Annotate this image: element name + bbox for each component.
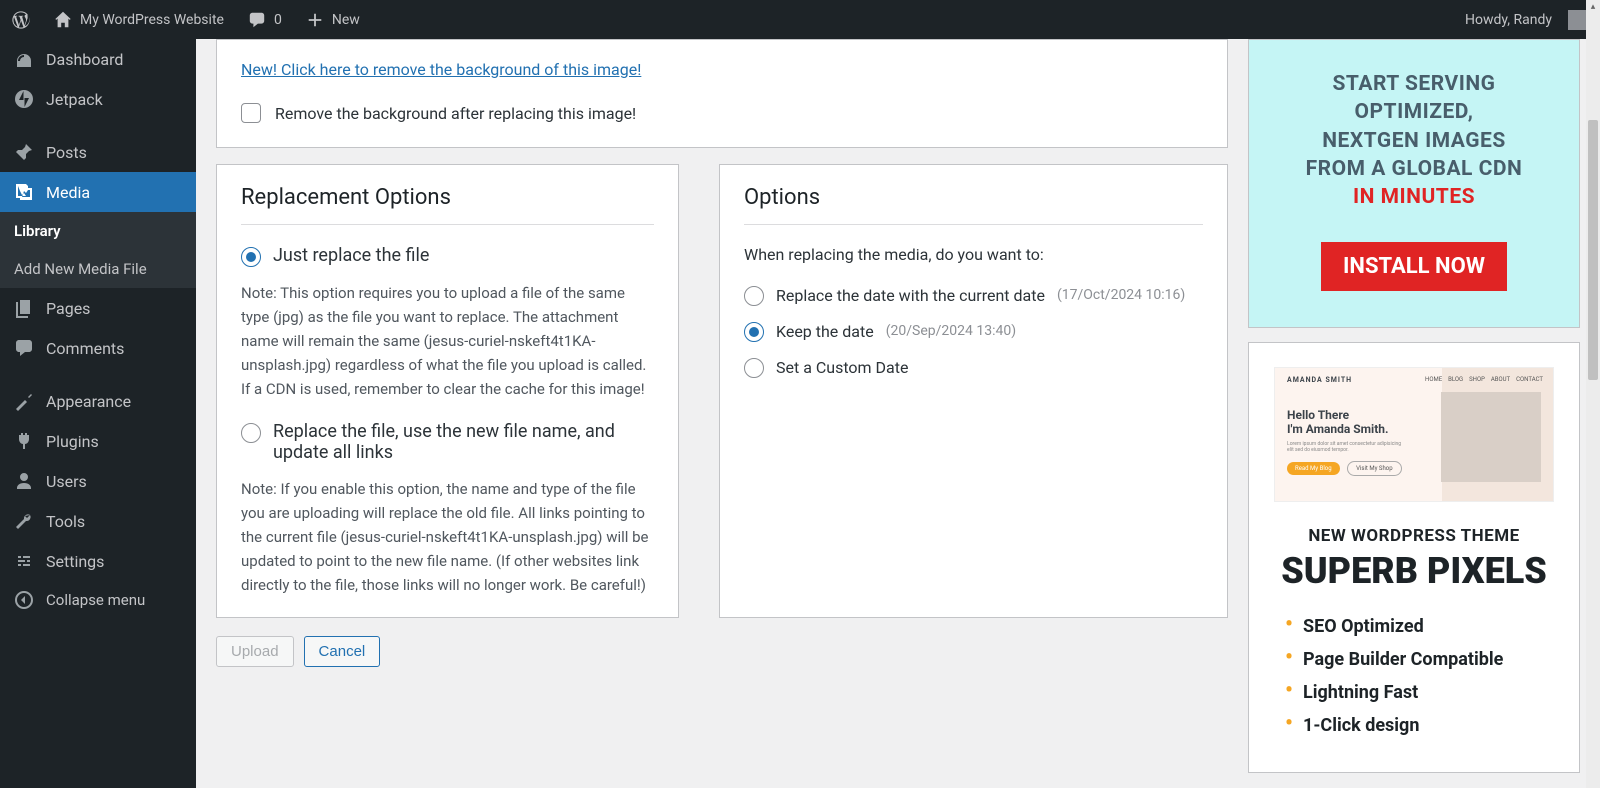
- tools-icon: [14, 511, 34, 531]
- promo-theme-title: SUPERB PIXELS: [1273, 550, 1555, 592]
- plus-icon: [306, 11, 324, 29]
- media-icon: [14, 182, 34, 202]
- appearance-icon: [14, 391, 34, 411]
- radio-replace-rename[interactable]: [241, 423, 261, 443]
- menu-dashboard[interactable]: Dashboard: [0, 39, 196, 79]
- new-label: New: [332, 12, 360, 28]
- plugins-icon: [14, 431, 34, 451]
- jetpack-icon: [14, 89, 34, 109]
- new-content-link[interactable]: New: [294, 0, 372, 39]
- submenu-add-new[interactable]: Add New Media File: [0, 250, 196, 288]
- promo-cdn-line: OPTIMIZED,: [1277, 98, 1551, 126]
- dashboard-icon: [14, 49, 34, 69]
- menu-pages[interactable]: Pages: [0, 288, 196, 328]
- options-panel: Options When replacing the media, do you…: [719, 164, 1228, 618]
- menu-posts[interactable]: Posts: [0, 132, 196, 172]
- settings-icon: [14, 551, 34, 571]
- promo-cdn-line: START SERVING: [1277, 70, 1551, 98]
- admin-bar: My WordPress Website 0 New Howdy, Randy: [0, 0, 1600, 39]
- promo-theme-panel: AMANDA SMITH HOMEBLOGSHOPABOUTCONTACT He…: [1248, 342, 1580, 773]
- date-keep-timestamp: (20/Sep/2024 13:40): [886, 323, 1016, 339]
- remove-bg-checkbox[interactable]: [241, 103, 261, 123]
- feature-list: SEO Optimized Page Builder Compatible Ligh…: [1273, 616, 1555, 736]
- greeting-text: Howdy, Randy: [1465, 12, 1552, 28]
- scrollbar-thumb[interactable]: [1588, 120, 1598, 380]
- feature-item: Page Builder Compatible: [1285, 649, 1555, 670]
- bg-remove-panel: New! Click here to remove the background…: [216, 39, 1228, 148]
- theme-screenshot: AMANDA SMITH HOMEBLOGSHOPABOUTCONTACT He…: [1274, 367, 1554, 502]
- menu-users[interactable]: Users: [0, 461, 196, 501]
- just-replace-note: Note: This option requires you to upload…: [241, 281, 654, 401]
- collapse-menu[interactable]: Collapse menu: [0, 581, 196, 619]
- menu-appearance[interactable]: Appearance: [0, 381, 196, 421]
- site-link[interactable]: My WordPress Website: [42, 0, 236, 39]
- radio-just-replace-label[interactable]: Just replace the file: [273, 245, 429, 266]
- feature-item: SEO Optimized: [1285, 616, 1555, 637]
- comments-icon: [14, 338, 34, 358]
- replacement-options-panel: Replacement Options Just replace the fil…: [216, 164, 679, 618]
- submenu-library[interactable]: Library: [0, 212, 196, 250]
- upload-button[interactable]: Upload: [216, 636, 294, 667]
- avatar: [1568, 10, 1588, 30]
- menu-jetpack[interactable]: Jetpack: [0, 79, 196, 119]
- remove-bg-link[interactable]: New! Click here to remove the background…: [241, 60, 641, 79]
- replacement-heading: Replacement Options: [241, 185, 654, 225]
- scrollbar[interactable]: ▴: [1586, 0, 1600, 788]
- replace-rename-note: Note: If you enable this option, the nam…: [241, 477, 654, 597]
- radio-replace-rename-label[interactable]: Replace the file, use the new file name,…: [273, 421, 654, 463]
- menu-media[interactable]: Media: [0, 172, 196, 212]
- theme-hero-image: [1441, 392, 1541, 482]
- install-now-button[interactable]: INSTALL NOW: [1321, 242, 1507, 291]
- promo-theme-sub: NEW WORDPRESS THEME: [1273, 526, 1555, 546]
- site-title: My WordPress Website: [80, 12, 224, 28]
- wordpress-icon: [12, 11, 30, 29]
- users-icon: [14, 471, 34, 491]
- promo-cdn-line-accent: IN MINUTES: [1277, 183, 1551, 211]
- comment-icon: [248, 11, 266, 29]
- comments-link[interactable]: 0: [236, 0, 294, 39]
- scroll-up-arrow[interactable]: ▴: [1586, 0, 1600, 14]
- radio-date-keep[interactable]: [744, 322, 764, 342]
- menu-plugins[interactable]: Plugins: [0, 421, 196, 461]
- date-keep-label[interactable]: Keep the date: [776, 322, 874, 341]
- promo-cdn-line: FROM A GLOBAL CDN: [1277, 155, 1551, 183]
- collapse-icon: [14, 590, 34, 610]
- media-submenu: Library Add New Media File: [0, 212, 196, 288]
- radio-date-current[interactable]: [744, 286, 764, 306]
- cancel-button[interactable]: Cancel: [304, 636, 381, 667]
- feature-item: 1-Click design: [1285, 715, 1555, 736]
- home-icon: [54, 11, 72, 29]
- options-heading: Options: [744, 185, 1203, 225]
- pages-icon: [14, 298, 34, 318]
- menu-comments[interactable]: Comments: [0, 328, 196, 368]
- user-greeting[interactable]: Howdy, Randy: [1453, 0, 1600, 39]
- radio-just-replace[interactable]: [241, 247, 261, 267]
- date-current-timestamp: (17/Oct/2024 10:16): [1057, 287, 1185, 303]
- remove-bg-checkbox-label: Remove the background after replacing th…: [275, 104, 636, 123]
- menu-tools[interactable]: Tools: [0, 501, 196, 541]
- promo-cdn-line: NEXTGEN IMAGES: [1277, 127, 1551, 155]
- comment-count: 0: [274, 12, 282, 28]
- feature-item: Lightning Fast: [1285, 682, 1555, 703]
- radio-date-custom[interactable]: [744, 358, 764, 378]
- main-content: New! Click here to remove the background…: [196, 39, 1600, 788]
- wp-logo[interactable]: [0, 0, 42, 39]
- date-current-label[interactable]: Replace the date with the current date: [776, 286, 1045, 305]
- admin-sidebar: Dashboard Jetpack Posts Media Library Ad…: [0, 39, 196, 788]
- promo-cdn-panel: START SERVING OPTIMIZED, NEXTGEN IMAGES …: [1248, 39, 1580, 328]
- menu-settings[interactable]: Settings: [0, 541, 196, 581]
- options-question: When replacing the media, do you want to…: [744, 245, 1203, 264]
- pin-icon: [14, 142, 34, 162]
- date-custom-label[interactable]: Set a Custom Date: [776, 358, 908, 377]
